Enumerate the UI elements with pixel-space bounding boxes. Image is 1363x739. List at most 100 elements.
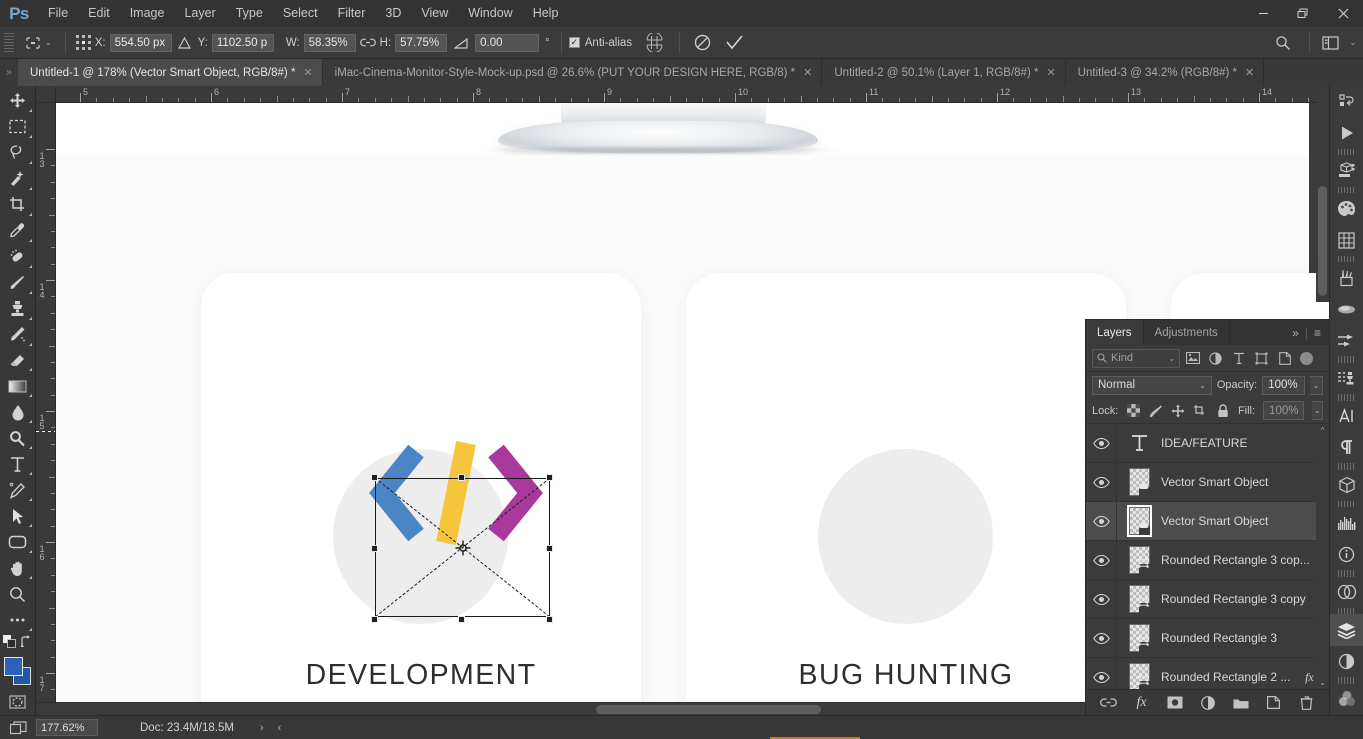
opacity-input[interactable]: 100% (1262, 375, 1306, 395)
feature-card-bug-hunting[interactable]: BUG HUNTING Lorem ipsum dolor sit amet, … (686, 273, 1126, 715)
transform-handle-bottom-right[interactable] (546, 616, 553, 623)
layer-name[interactable]: Vector Smart Object (1161, 514, 1329, 528)
lasso-tool[interactable] (2, 140, 34, 166)
lock-artboard-icon[interactable] (1193, 401, 1207, 420)
eraser-tool[interactable] (2, 348, 34, 374)
spot-healing-brush-tool[interactable] (2, 244, 34, 270)
layer-mask-icon[interactable] (1166, 694, 1184, 712)
panel-menu-icon[interactable]: ≡ (1314, 326, 1321, 340)
layer-row[interactable]: Rounded Rectangle 2 ...fx^ (1086, 658, 1329, 689)
x-position-input[interactable]: 554.50 px (109, 33, 172, 52)
document-tab-3[interactable]: Untitled-3 @ 34.2% (RGB/8#) * ✕ (1065, 59, 1265, 86)
eyedropper-tool[interactable] (2, 218, 34, 244)
tool-preset-picker[interactable]: ⌄ (18, 35, 58, 51)
transform-handle-bottom-left[interactable] (371, 616, 378, 623)
hand-tool[interactable] (2, 555, 34, 581)
lock-position-icon[interactable] (1171, 401, 1185, 420)
close-button[interactable] (1323, 0, 1363, 27)
layer-visibility-toggle[interactable] (1086, 502, 1117, 540)
pen-tool[interactable] (2, 477, 34, 503)
gradient-tool[interactable] (2, 373, 34, 399)
layer-thumbnail[interactable] (1117, 546, 1161, 574)
layer-kind-filter[interactable]: Kind ⌄ (1092, 348, 1180, 368)
panel-overflow-icon[interactable]: » (1292, 326, 1299, 340)
layer-name[interactable]: Rounded Rectangle 3 copy (1161, 592, 1329, 606)
layer-row[interactable]: Vector Smart Object (1086, 502, 1329, 541)
transform-handle-top-right[interactable] (546, 474, 553, 481)
document-tab-2[interactable]: Untitled-2 @ 50.1% (Layer 1, RGB/8#) * ✕ (822, 59, 1066, 86)
rectangular-marquee-tool[interactable] (2, 114, 34, 140)
brush-tool[interactable] (2, 270, 34, 296)
warp-icon[interactable] (636, 33, 672, 52)
info-icon[interactable] (1330, 539, 1363, 570)
shape-filter-icon[interactable] (1251, 349, 1272, 368)
menu-item-3d[interactable]: 3D (375, 0, 411, 27)
new-adjustment-layer-icon[interactable] (1199, 694, 1217, 712)
scroll-down-icon[interactable]: ⌄ (1316, 676, 1329, 689)
3d-icon[interactable] (1330, 155, 1363, 186)
menu-item-edit[interactable]: Edit (78, 0, 120, 27)
layer-name[interactable]: Rounded Rectangle 2 ... (1161, 670, 1305, 684)
layer-visibility-toggle[interactable] (1086, 658, 1117, 689)
rounded-rectangle-tool[interactable] (2, 529, 34, 555)
tool-presets-icon[interactable] (1330, 325, 1363, 356)
commit-transform-icon[interactable] (717, 34, 751, 51)
layer-thumbnail[interactable] (1117, 663, 1161, 689)
layer-visibility-toggle[interactable] (1086, 463, 1117, 501)
edit-toolbar-tool[interactable] (2, 607, 34, 633)
clone-source-icon[interactable] (1330, 363, 1363, 394)
reference-point-icon[interactable] (73, 34, 95, 51)
y-position-input[interactable]: 1102.50 p (211, 33, 274, 52)
layer-visibility-toggle[interactable] (1086, 580, 1117, 618)
adjustment-filter-icon[interactable] (1205, 349, 1226, 368)
menu-item-file[interactable]: File (38, 0, 78, 27)
layers-icon[interactable] (1329, 614, 1363, 646)
layer-list-scrollbar[interactable]: ^ ⌄ (1316, 424, 1329, 689)
search-icon[interactable] (1264, 35, 1302, 51)
new-group-icon[interactable] (1232, 694, 1250, 712)
default-colors-icon[interactable] (2, 635, 16, 653)
canvas-horizontal-scrollbar[interactable] (36, 702, 1085, 715)
history-icon[interactable] (1330, 86, 1363, 117)
zoom-tool[interactable] (2, 581, 34, 607)
rotation-input[interactable]: 0.00 (475, 33, 540, 52)
layer-name[interactable]: Vector Smart Object (1161, 475, 1329, 489)
color-swatches[interactable] (2, 655, 34, 689)
link-layers-icon[interactable] (1100, 694, 1118, 712)
close-icon[interactable]: ✕ (803, 66, 812, 79)
fill-stepper-icon[interactable]: ⌄ (1312, 401, 1324, 420)
history-brush-tool[interactable] (2, 322, 34, 348)
minimize-button[interactable] (1243, 0, 1283, 27)
menu-item-filter[interactable]: Filter (328, 0, 376, 27)
dodge-tool[interactable] (2, 425, 34, 451)
grid-pattern-icon[interactable] (1330, 224, 1363, 255)
menu-item-view[interactable]: View (411, 0, 458, 27)
new-layer-icon[interactable] (1265, 694, 1283, 712)
blend-mode-select[interactable]: Normal ⌄ (1092, 375, 1212, 395)
3d-cube-icon[interactable] (1330, 470, 1363, 501)
type-filter-icon[interactable] (1228, 349, 1249, 368)
layer-list[interactable]: IDEA/FEATURE Vector Smart Object Vector Sm… (1086, 424, 1329, 689)
horizontal-ruler[interactable]: 5 6 7 8 9 10 11 12 13 14 (56, 86, 1329, 103)
transform-handle-bottom-center[interactable] (458, 616, 465, 623)
clone-stamp-tool[interactable] (2, 296, 34, 322)
relative-position-icon[interactable] (172, 36, 198, 49)
color-swatches-icon[interactable] (1330, 193, 1363, 224)
layer-name[interactable]: Rounded Rectangle 3 (1161, 631, 1329, 645)
layer-name[interactable]: Rounded Rectangle 3 cop... (1161, 553, 1329, 567)
scroll-up-icon[interactable]: ^ (1316, 424, 1329, 437)
zoom-level-input[interactable]: 177.62% (36, 719, 98, 736)
actions-play-icon[interactable] (1330, 117, 1363, 148)
layer-row[interactable]: IDEA/FEATURE (1086, 424, 1329, 463)
layer-row[interactable]: Rounded Rectangle 3 cop... (1086, 541, 1329, 580)
lock-transparent-pixels-icon[interactable] (1126, 401, 1140, 420)
close-icon[interactable]: ✕ (1245, 66, 1254, 79)
layer-visibility-toggle[interactable] (1086, 424, 1117, 462)
vertical-ruler[interactable]: 13 14 15 16 17 (36, 103, 56, 715)
transform-reference-point-icon[interactable] (455, 540, 470, 555)
menu-item-select[interactable]: Select (273, 0, 328, 27)
canvas-vertical-scrollbar[interactable] (1316, 86, 1329, 302)
tab-adjustments[interactable]: Adjustments (1144, 320, 1230, 345)
transform-handle-middle-left[interactable] (371, 545, 378, 552)
layer-row[interactable]: Vector Smart Object (1086, 463, 1329, 502)
